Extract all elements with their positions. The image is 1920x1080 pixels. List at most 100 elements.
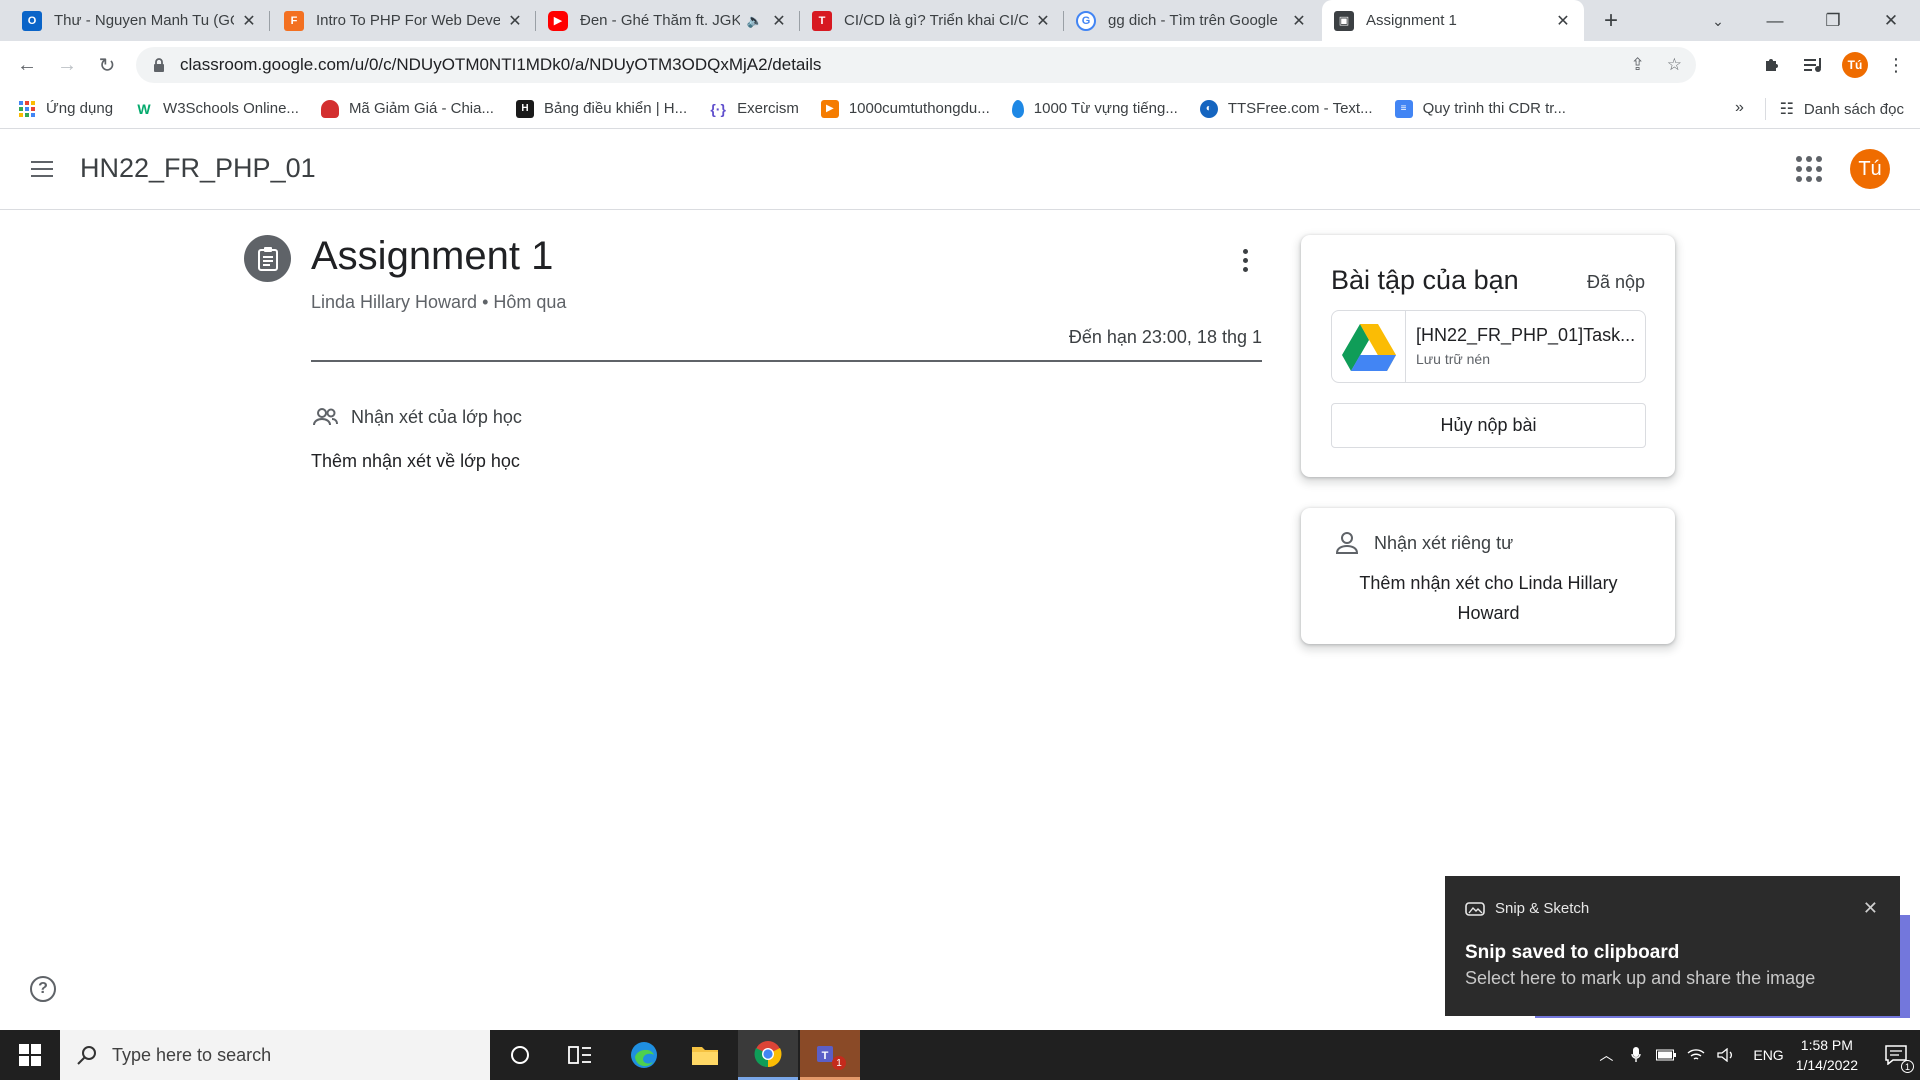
snip-toast[interactable]: Snip & Sketch ✕ Snip saved to clipboard … — [1445, 876, 1900, 1016]
cortana-icon[interactable] — [490, 1030, 550, 1080]
add-private-comment-link[interactable]: Thêm nhận xét cho Linda Hillary Howard — [1341, 568, 1636, 628]
clock[interactable]: 1:58 PM 1/14/2022 — [1796, 1035, 1858, 1075]
class-name[interactable]: HN22_FR_PHP_01 — [80, 153, 316, 184]
tab-google-search[interactable]: G gg dich - Tìm trên Google ✕ — [1064, 0, 1320, 41]
wifi-icon[interactable] — [1681, 1030, 1711, 1080]
classroom-header: HN22_FR_PHP_01 Tú — [0, 129, 1920, 210]
more-options-icon[interactable] — [1233, 246, 1257, 274]
show-hidden-icons-chevron-icon[interactable]: ︿ — [1591, 1030, 1621, 1080]
bookmark-ttsfree[interactable]: ◐ TTSFree.com - Text... — [1199, 99, 1373, 118]
snip-sketch-icon — [1465, 901, 1485, 916]
forward-icon[interactable]: → — [51, 49, 83, 81]
close-icon[interactable]: ✕ — [240, 12, 258, 30]
help-icon[interactable]: ? — [30, 976, 56, 1002]
microphone-icon[interactable] — [1621, 1030, 1651, 1080]
bookmark-label: W3Schools Online... — [163, 100, 299, 117]
tab-assignment-1[interactable]: ▣ Assignment 1 ✕ — [1322, 0, 1584, 41]
close-icon[interactable]: ✕ — [770, 12, 788, 30]
w3schools-icon: W — [137, 100, 151, 117]
media-control-icon[interactable] — [1800, 51, 1828, 79]
volume-icon[interactable] — [1711, 1030, 1741, 1080]
audio-playing-icon[interactable]: 🔈 — [746, 12, 764, 30]
ttsfree-icon: ◐ — [1199, 99, 1218, 118]
fpt-icon: F — [284, 10, 304, 31]
bookmark-label: Quy trình thi CDR tr... — [1422, 100, 1566, 117]
bookmark-apps[interactable]: Ứng dụng — [18, 100, 113, 118]
reading-list-icon: ☷ — [1779, 101, 1794, 118]
bookmark-ma-giam-gia[interactable]: Mã Giảm Giá - Chia... — [320, 99, 494, 118]
battery-icon[interactable] — [1651, 1030, 1681, 1080]
toast-app-header: Snip & Sketch — [1465, 900, 1589, 917]
windows-start-icon[interactable] — [0, 1030, 60, 1080]
teams-icon[interactable]: T 1 — [800, 1030, 860, 1080]
exercism-icon: {·} — [710, 100, 726, 117]
extensions-puzzle-icon[interactable] — [1758, 51, 1786, 79]
minimize-icon[interactable]: — — [1746, 0, 1804, 41]
tab-outlook[interactable]: O Thư - Nguyen Manh Tu (GO ✕ — [10, 0, 270, 41]
your-work-heading: Bài tập của bạn — [1331, 265, 1519, 295]
attachment-type: Lưu trữ nén — [1416, 351, 1491, 367]
bookmark-1000cumtu[interactable]: ▶ 1000cumtuthongdu... — [820, 99, 990, 118]
close-icon[interactable]: ✕ — [1034, 12, 1052, 30]
reading-list-button[interactable]: ☷ Danh sách đọc — [1764, 89, 1904, 129]
private-comments-header: Nhận xét riêng tư — [1334, 530, 1513, 556]
private-comments-label: Nhận xét riêng tư — [1374, 532, 1514, 553]
reading-list-label: Danh sách đọc — [1803, 100, 1904, 118]
bookmark-quy-trinh[interactable]: ≡ Quy trình thi CDR tr... — [1394, 99, 1566, 118]
task-view-icon[interactable] — [550, 1030, 610, 1080]
tab-title: Thư - Nguyen Manh Tu (GO — [54, 12, 234, 29]
toast-close-icon[interactable]: ✕ — [1863, 898, 1878, 919]
tab-title: CI/CD là gì? Triển khai CI/CD — [844, 12, 1028, 29]
bookmark-w3schools[interactable]: W W3Schools Online... — [135, 100, 299, 118]
tab-cicd[interactable]: T CI/CD là gì? Triển khai CI/CD ✕ — [800, 0, 1064, 41]
tab-title: Assignment 1 — [1366, 12, 1457, 29]
windows-taskbar: Type here to search T 1 ︿ ENG 1:58 PM 1/… — [0, 1030, 1920, 1080]
url-text[interactable]: classroom.google.com/u/0/c/NDUyOTM0NTI1M… — [180, 55, 821, 75]
profile-avatar[interactable]: Tú — [1842, 52, 1868, 78]
more-bookmarks-button[interactable]: » — [1735, 99, 1744, 117]
bookmark-star-icon[interactable]: ☆ — [1667, 55, 1682, 75]
share-icon[interactable]: ⇪ — [1631, 55, 1645, 75]
classroom-icon: ▣ — [1334, 10, 1354, 31]
toolbar-right: Tú ⋮ — [1758, 49, 1910, 81]
taskbar-search-box[interactable]: Type here to search — [60, 1030, 490, 1080]
edge-icon[interactable] — [614, 1030, 674, 1080]
tab-youtube[interactable]: ▶ Đen - Ghé Thăm ft. JGK 🔈 ✕ — [536, 0, 800, 41]
main-menu-icon[interactable] — [28, 155, 56, 183]
clock-date: 1/14/2022 — [1795, 1057, 1858, 1073]
tab-search-chevron-icon[interactable]: ⌄ — [1705, 8, 1731, 34]
address-bar[interactable]: classroom.google.com/u/0/c/NDUyOTM0NTI1M… — [136, 47, 1696, 83]
outlook-icon: O — [22, 10, 42, 31]
notification-center-icon[interactable]: 1 — [1872, 1030, 1920, 1080]
svg-text:T: T — [822, 1050, 829, 1062]
bookmark-exercism[interactable]: {·} Exercism — [709, 100, 798, 118]
bookmark-label: Bảng điều khiển | H... — [543, 100, 688, 117]
account-avatar[interactable]: Tú — [1850, 149, 1890, 189]
chrome-taskbar-icon[interactable] — [738, 1030, 798, 1080]
attachment-card[interactable]: [HN22_FR_PHP_01]Task... Lưu trữ nén — [1331, 310, 1646, 383]
bookmark-hackerrank[interactable]: H Bảng điều khiển | H... — [515, 99, 688, 118]
bookmark-1000-tu-vung[interactable]: 1000 Từ vựng tiếng... — [1011, 99, 1178, 118]
reload-icon[interactable]: ↻ — [91, 49, 123, 81]
restore-icon[interactable]: ❐ — [1804, 0, 1862, 41]
tab-intro-php[interactable]: F Intro To PHP For Web Deve ✕ — [272, 0, 536, 41]
lock-icon[interactable] — [150, 56, 168, 74]
unsubmit-button[interactable]: Hủy nộp bài — [1331, 403, 1646, 448]
google-apps-icon[interactable] — [1796, 156, 1822, 182]
close-icon[interactable]: ✕ — [1290, 12, 1308, 30]
chrome-menu-icon[interactable]: ⋮ — [1882, 51, 1910, 79]
window-close-icon[interactable]: ✕ — [1862, 0, 1920, 41]
t-icon: T — [812, 10, 832, 31]
class-comments-label: Nhận xét của lớp học — [351, 406, 522, 427]
bookmark-label: 1000 Từ vựng tiếng... — [1033, 100, 1178, 117]
back-icon[interactable]: ← — [11, 49, 43, 81]
close-icon[interactable]: ✕ — [506, 12, 524, 30]
new-tab-button[interactable]: + — [1596, 6, 1626, 36]
notification-count: 1 — [1901, 1060, 1914, 1073]
close-icon[interactable]: ✕ — [1554, 12, 1572, 30]
add-class-comment-link[interactable]: Thêm nhận xét về lớp học — [311, 451, 520, 472]
file-explorer-icon[interactable] — [675, 1030, 735, 1080]
language-indicator[interactable]: ENG — [1753, 1047, 1783, 1063]
browser-toolbar: ← → ↻ classroom.google.com/u/0/c/NDUyOTM… — [0, 41, 1920, 89]
clock-time: 1:58 PM — [1800, 1037, 1853, 1053]
